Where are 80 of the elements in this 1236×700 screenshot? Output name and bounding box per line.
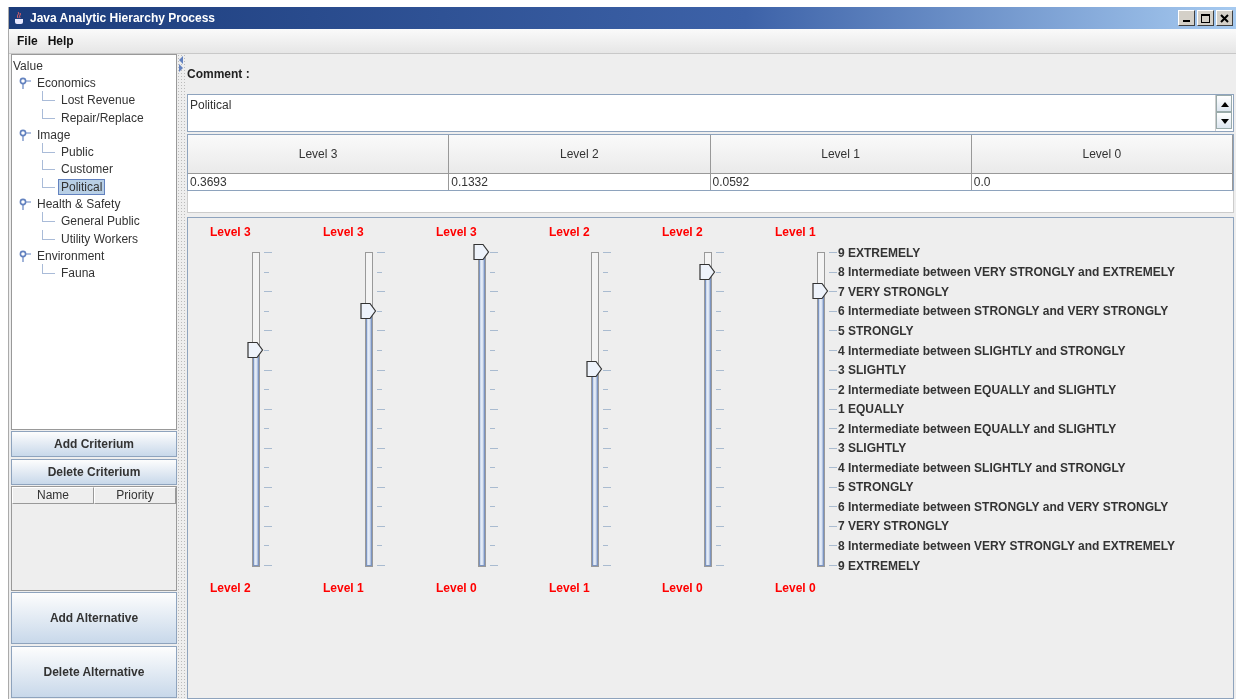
tree-node[interactable]: Image: [34, 126, 74, 143]
expand-handle-icon[interactable]: [19, 249, 31, 262]
scale-label: 3 SLIGHTLY: [837, 363, 907, 378]
expand-handle-icon[interactable]: [19, 128, 31, 141]
scale-label: 6 Intermediate between STRONGLY and VERY STRONGLY: [837, 499, 1169, 514]
tree-node[interactable]: Environment: [34, 247, 108, 264]
scale-label: 1 EQUALLY: [837, 402, 905, 417]
level-label: Level 1: [775, 225, 816, 241]
scale-label: 2 Intermediate between EQUALLY and SLIGHTLY: [837, 421, 1117, 436]
column-header[interactable]: Priority: [94, 487, 176, 504]
slider-thumb[interactable]: [247, 340, 264, 359]
slider-thumb[interactable]: [586, 360, 603, 379]
level-label: Level 3: [210, 225, 251, 241]
alternative-button[interactable]: Delete Alternative: [11, 646, 177, 698]
comment-field[interactable]: Political: [187, 94, 1234, 132]
tree-node[interactable]: Fauna: [58, 265, 99, 282]
column-header[interactable]: Name: [12, 487, 94, 504]
scroll-up-icon[interactable]: [1216, 95, 1232, 112]
tree-node[interactable]: Health & Safety: [34, 196, 124, 212]
column-header[interactable]: Level 2: [449, 135, 711, 174]
tree-node[interactable]: Customer: [58, 161, 116, 178]
menu-item[interactable]: File: [17, 34, 38, 48]
scale-label: 5 STRONGLY: [837, 480, 914, 495]
close-button[interactable]: [1216, 10, 1233, 26]
window-title: Java Analytic Hierarchy Process: [30, 11, 216, 25]
comment-label: Comment :: [186, 66, 251, 83]
scale-label: 5 STRONGLY: [837, 323, 914, 338]
slider-thumb[interactable]: [360, 301, 377, 320]
scale-label: 2 Intermediate between EQUALLY and SLIGHTLY: [837, 382, 1117, 397]
table-cell: 0.3693: [188, 174, 450, 190]
tree-node[interactable]: Public: [58, 144, 97, 161]
scale-label: 4 Intermediate between SLIGHTLY and STRONGLY: [837, 343, 1126, 358]
menu-item[interactable]: Help: [47, 34, 74, 48]
table-cell: 0.0592: [710, 174, 972, 190]
table-cell: 0.1332: [449, 174, 711, 190]
expand-handle-icon[interactable]: [19, 198, 31, 210]
scroll-down-icon[interactable]: [1216, 112, 1232, 129]
maximize-icon: [1201, 13, 1210, 23]
tree-node[interactable]: Economics: [34, 74, 99, 91]
column-header[interactable]: Level 3: [188, 135, 450, 174]
table-cell: 0.0: [971, 174, 1233, 190]
scale-label: 7 VERY STRONGLY: [837, 284, 949, 299]
expand-handle-icon[interactable]: [19, 76, 31, 89]
scale-label: 3 SLIGHTLY: [837, 441, 907, 456]
criterion-button[interactable]: Add Criterium: [11, 431, 177, 457]
scale-label: 9 EXTREMELY: [837, 558, 921, 573]
cup-icon: [12, 11, 26, 25]
scroll-bar[interactable]: [1215, 95, 1233, 131]
level-label: Level 2: [549, 225, 590, 241]
level-label: Level 1: [549, 581, 590, 597]
close-icon: [1220, 13, 1229, 23]
scale-label: 6 Intermediate between STRONGLY and VERY STRONGLY: [837, 304, 1169, 319]
tree-node[interactable]: Utility Workers: [58, 230, 142, 247]
scale-label: 8 Intermediate between VERY STRONGLY and EXTREMELY: [837, 265, 1175, 280]
scale-label: 9 EXTREMELY: [837, 245, 921, 260]
slider-thumb[interactable]: [699, 262, 716, 281]
level-label: Level 2: [210, 581, 251, 597]
tree-node[interactable]: General Public: [58, 213, 143, 230]
column-header[interactable]: Level 1: [710, 135, 972, 174]
criterion-button[interactable]: Delete Criterium: [11, 459, 177, 485]
level-label: Level 1: [323, 581, 364, 597]
scale-label: 4 Intermediate between SLIGHTLY and STRONGLY: [837, 460, 1126, 475]
alternative-button[interactable]: Add Alternative: [11, 592, 177, 644]
tree-node[interactable]: Value: [12, 57, 46, 74]
level-label: Level 0: [662, 581, 703, 597]
slider-thumb[interactable]: [473, 243, 490, 261]
minimize-button[interactable]: [1178, 10, 1195, 26]
scale-label: 7 VERY STRONGLY: [837, 519, 949, 534]
scale-label: 8 Intermediate between VERY STRONGLY and EXTREMELY: [837, 538, 1175, 553]
tree-node[interactable]: Political: [58, 178, 106, 195]
level-label: Level 0: [775, 581, 816, 597]
tree-node[interactable]: Repair/Replace: [58, 109, 147, 126]
level-label: Level 3: [323, 225, 364, 241]
level-label: Level 3: [436, 225, 477, 241]
maximize-button[interactable]: [1197, 10, 1214, 26]
level-label: Level 0: [436, 581, 477, 597]
slider-thumb[interactable]: [812, 282, 829, 301]
level-label: Level 2: [662, 225, 703, 241]
column-header[interactable]: Level 0: [971, 135, 1233, 174]
tree-node[interactable]: Lost Revenue: [58, 92, 139, 109]
